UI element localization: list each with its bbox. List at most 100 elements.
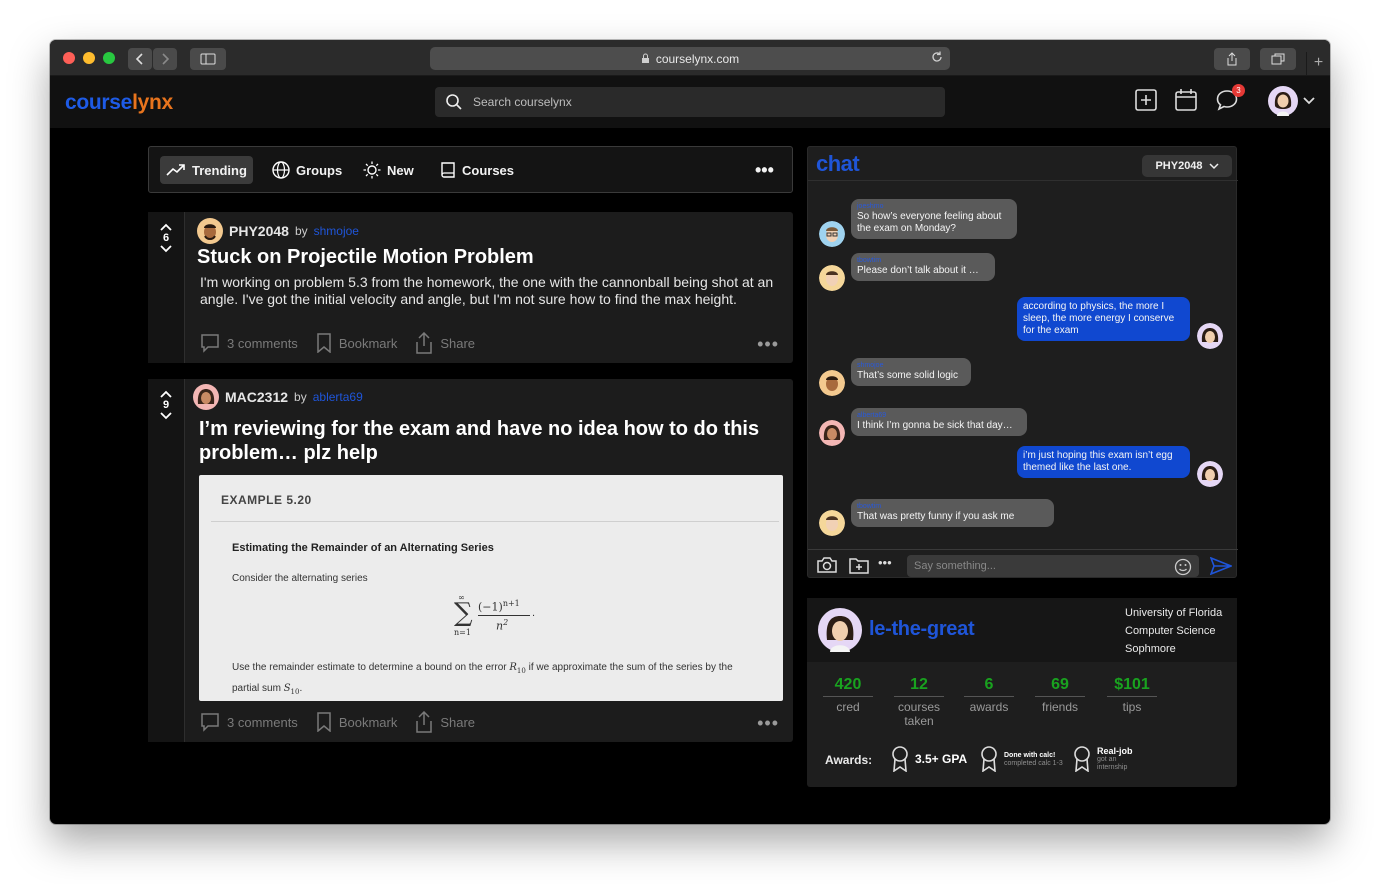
share-page-button[interactable] [1214,48,1250,70]
sidebar-toggle-button[interactable] [190,48,226,70]
example-var-s-sub: 10 [290,688,300,696]
stat-label: awards [969,700,1009,714]
post-author-link[interactable]: ablerta69 [313,390,363,404]
downvote-icon[interactable] [159,244,173,254]
new-tab-button[interactable]: + [1306,52,1330,76]
comments-button[interactable]: 3 comments [200,333,298,353]
message-sender[interactable]: alberta69 [857,412,1021,420]
post-card[interactable]: 6 PHY2048 by shmojoe Stuck on Projectile… [148,212,793,363]
stat-value: $101 [1107,676,1157,697]
search-input[interactable] [473,95,873,109]
message-sender[interactable]: joeshmo [857,203,1011,211]
tab-new[interactable]: New [357,156,420,184]
bookmark-button[interactable]: Bookmark [316,712,397,732]
post-header: MAC2312 by ablerta69 [193,384,363,410]
logo-part-lynx: lynx [132,91,173,114]
app-logo[interactable]: courselynx [65,91,173,115]
upvote-icon[interactable] [159,389,173,399]
tab-groups[interactable]: Groups [266,156,348,184]
post-author-link[interactable]: shmojoe [314,224,359,238]
address-bar[interactable]: courselynx.com [430,47,950,70]
back-button[interactable] [128,48,152,70]
messages-button[interactable]: 3 [1215,84,1245,117]
message-text: So how’s everyone feeling about the exam… [857,211,1002,234]
camera-icon[interactable] [816,556,838,574]
message-text: That was pretty funny if you ask me [857,511,1015,522]
comment-icon [201,713,219,732]
formula-sigma: ∑ [454,598,473,628]
stat-tips[interactable]: $101 tips [1107,676,1157,714]
minimize-window-button[interactable] [83,52,95,64]
bookmark-button[interactable]: Bookmark [316,333,397,353]
example-var-s-letter: S [283,683,291,694]
example-var-r: R10 [509,662,525,675]
stat-courses[interactable]: 12 courses taken [894,676,944,728]
downvote-icon[interactable] [159,411,173,421]
chevron-down-icon [1303,97,1315,105]
comments-button[interactable]: 3 comments [200,712,298,732]
send-icon[interactable] [1210,557,1232,575]
tab-trending[interactable]: Trending [160,156,253,184]
post-more-button[interactable]: ••• [757,713,779,734]
close-window-button[interactable] [63,52,75,64]
bookmark-icon [317,333,331,353]
avatar [1197,461,1223,487]
share-button[interactable]: Share [415,711,475,733]
avatar [819,265,845,291]
post-card[interactable]: 9 MAC2312 by ablerta69 I’m reviewing for… [148,379,793,742]
example-instruction: Use the remainder estimate to determine … [232,662,733,696]
post-course[interactable]: MAC2312 [225,389,288,405]
feed-tabs: Trending Groups New Courses ••• [148,146,793,193]
share-icon [1227,52,1237,66]
stat-label: courses taken [897,700,941,728]
feed-more-button[interactable]: ••• [749,156,780,184]
stat-awards[interactable]: 6 awards [964,676,1014,714]
browser-toolbar: courselynx.com + [50,40,1330,76]
globe-icon [272,161,290,179]
sidebar-icon [200,53,216,65]
account-menu[interactable] [1268,86,1316,116]
award-item[interactable]: 3.5+ GPA [891,746,967,772]
chat-channel-select[interactable]: PHY2048 [1142,155,1232,177]
stat-value: 69 [1035,676,1085,697]
emoji-icon[interactable] [1174,558,1192,576]
fraction-bar [478,615,530,616]
message-sender[interactable]: tbowtim [857,503,1048,511]
upvote-icon[interactable] [159,222,173,232]
tab-courses[interactable]: Courses [434,156,520,184]
message-sender[interactable]: shmojoe [857,362,965,370]
post-title[interactable]: I’m reviewing for the exam and have no i… [199,417,784,465]
share-icon [416,711,433,733]
share-button[interactable]: Share [415,332,475,354]
chat-message-own: i’m just hoping this exam isn’t egg them… [1017,446,1190,478]
chat-message-input[interactable]: Say something... [907,555,1199,577]
formula-exponent: n+1 [502,599,520,608]
award-subtitle: completed calc 1-3 [1004,759,1063,767]
tab-new-label: New [387,162,414,178]
maximize-window-button[interactable] [103,52,115,64]
profile-username[interactable]: le-the-great [869,618,975,641]
tabs-overview-button[interactable] [1260,48,1296,70]
stat-cred[interactable]: 420 cred [823,676,873,714]
more-icon[interactable]: ••• [878,555,892,570]
post-more-button[interactable]: ••• [757,334,779,355]
stat-friends[interactable]: 69 friends [1035,676,1085,714]
create-post-button[interactable] [1134,88,1158,117]
award-title: Done with calc! [1004,751,1056,759]
search-bar[interactable] [435,87,945,117]
post-image[interactable]: EXAMPLE 5.20 Estimating the Remainder of… [199,475,783,701]
award-item[interactable]: Done with calc! completed calc 1-3 [980,746,1070,772]
avatar[interactable] [818,608,862,652]
reload-icon[interactable] [930,50,944,64]
post-course[interactable]: PHY2048 [229,223,289,239]
vote-column: 9 [148,379,185,742]
forward-button[interactable] [153,48,177,70]
calendar-button[interactable] [1174,88,1198,117]
award-item[interactable]: Real-job got an internship [1073,746,1141,772]
folder-plus-icon[interactable] [849,556,869,574]
vote-count: 9 [162,399,170,411]
example-instruction-part2: if we approximate the sum of the [528,662,674,673]
post-title[interactable]: Stuck on Projectile Motion Problem [197,245,534,269]
message-sender[interactable]: tbowtim [857,257,989,265]
stat-label: tips [1122,700,1142,714]
